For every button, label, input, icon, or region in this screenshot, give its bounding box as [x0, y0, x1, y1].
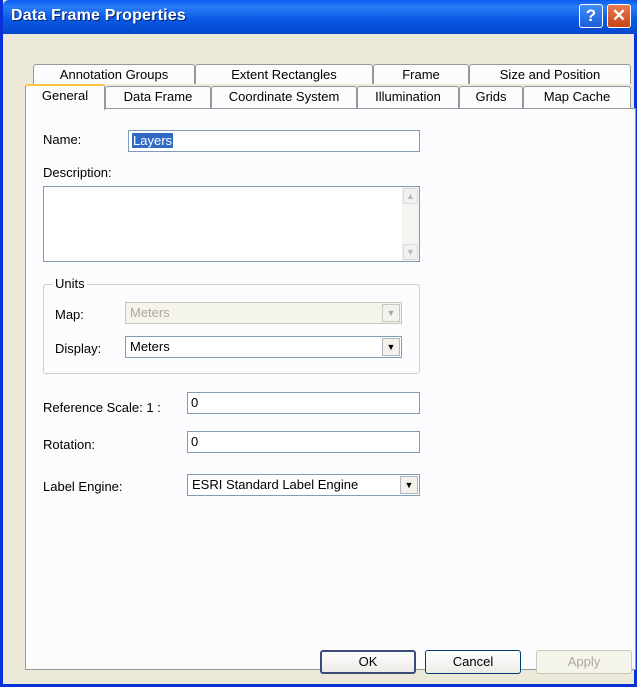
display-units-label: Display:: [55, 341, 102, 356]
help-icon: ?: [585, 6, 597, 25]
close-button[interactable]: ✕: [607, 4, 631, 28]
tab-general[interactable]: General: [25, 84, 105, 110]
scroll-down-icon[interactable]: ▼: [403, 244, 418, 260]
name-label: Name:: [43, 132, 82, 147]
tab-extent-rectangles[interactable]: Extent Rectangles: [195, 64, 373, 84]
scroll-up-icon[interactable]: ▲: [403, 188, 418, 204]
tab-label: General: [41, 88, 89, 103]
cancel-button[interactable]: Cancel: [425, 650, 521, 674]
display-units-value: Meters: [130, 339, 170, 354]
help-button[interactable]: ?: [579, 4, 603, 28]
description-scrollbar[interactable]: ▲ ▼: [402, 187, 419, 261]
reference-scale-value: 0: [191, 395, 199, 410]
tab-label: Illumination: [375, 89, 441, 104]
rotation-input[interactable]: 0: [187, 431, 420, 453]
tab-label: Grids: [475, 89, 507, 104]
tab-map-cache[interactable]: Map Cache: [523, 86, 631, 108]
tab-data-frame[interactable]: Data Frame: [105, 86, 211, 108]
apply-button: Apply: [536, 650, 632, 674]
chevron-down-icon[interactable]: ▼: [382, 338, 400, 356]
name-input[interactable]: Layers: [128, 130, 420, 152]
name-value: Layers: [132, 133, 174, 148]
tab-label: Annotation Groups: [59, 67, 169, 82]
tab-annotation-groups[interactable]: Annotation Groups: [33, 64, 195, 84]
tab-size-and-position[interactable]: Size and Position: [469, 64, 631, 84]
tab-grids[interactable]: Grids: [459, 86, 523, 108]
rotation-value: 0: [191, 434, 199, 449]
dialog-window: Data Frame Properties ? ✕ Annotation Gro…: [0, 0, 637, 687]
units-legend: Units: [53, 276, 87, 291]
close-icon: ✕: [611, 6, 627, 25]
map-units-label: Map:: [55, 307, 84, 322]
label-engine-label: Label Engine:: [43, 479, 123, 494]
label-engine-select[interactable]: ESRI Standard Label Engine ▼: [187, 474, 420, 496]
chevron-down-icon[interactable]: ▼: [400, 476, 418, 494]
map-units-value: Meters: [130, 305, 170, 320]
tab-label: Frame: [402, 67, 440, 82]
window-title: Data Frame Properties: [11, 7, 186, 24]
reference-scale-label: Reference Scale: 1 :: [43, 400, 161, 415]
description-label: Description:: [43, 165, 112, 180]
tab-label: Size and Position: [499, 67, 601, 82]
reference-scale-input[interactable]: 0: [187, 392, 420, 414]
tab-coordinate-system[interactable]: Coordinate System: [211, 86, 357, 108]
display-units-select[interactable]: Meters ▼: [125, 336, 402, 358]
units-group: [43, 284, 420, 374]
tab-label: Map Cache: [543, 89, 611, 104]
tab-label: Extent Rectangles: [231, 67, 337, 82]
title-bar[interactable]: Data Frame Properties ? ✕: [3, 0, 637, 34]
chevron-down-icon: ▼: [382, 304, 400, 322]
rotation-label: Rotation:: [43, 437, 96, 452]
description-textarea[interactable]: ▲ ▼: [43, 186, 420, 262]
tab-label: Data Frame: [123, 89, 193, 104]
ok-button[interactable]: OK: [320, 650, 416, 674]
tab-illumination[interactable]: Illumination: [357, 86, 459, 108]
tab-label: Coordinate System: [228, 89, 340, 104]
map-units-select: Meters ▼: [125, 302, 402, 324]
tab-frame[interactable]: Frame: [373, 64, 469, 84]
label-engine-value: ESRI Standard Label Engine: [192, 477, 359, 492]
